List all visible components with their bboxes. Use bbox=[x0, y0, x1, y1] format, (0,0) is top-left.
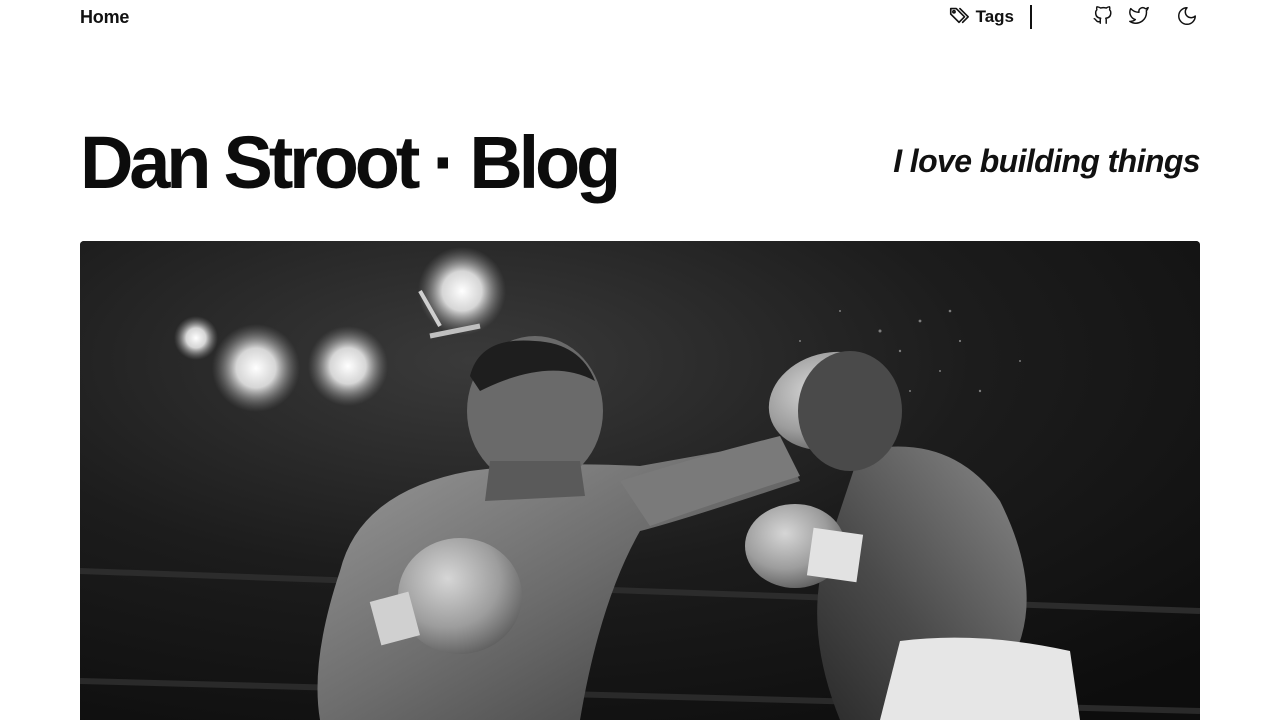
top-nav: Home Tags bbox=[80, 0, 1200, 34]
github-icon bbox=[1092, 4, 1114, 31]
site-header: Dan Stroot · Blog I love building things bbox=[80, 118, 1201, 208]
theme-toggle-button[interactable] bbox=[1174, 4, 1200, 30]
moon-icon bbox=[1176, 5, 1198, 30]
twitter-link[interactable] bbox=[1126, 4, 1152, 30]
home-link[interactable]: Home bbox=[80, 7, 129, 28]
tags-label: Tags bbox=[975, 7, 1014, 26]
tag-icon bbox=[948, 4, 970, 31]
site-tagline: I love building things bbox=[893, 142, 1200, 179]
nav-right-group: Tags bbox=[948, 0, 1200, 34]
text-cursor bbox=[1030, 5, 1032, 29]
site-title: Dan Stroot · Blog bbox=[80, 121, 621, 204]
twitter-icon bbox=[1128, 4, 1150, 31]
tags-link[interactable]: Tags bbox=[948, 4, 1014, 31]
github-link[interactable] bbox=[1090, 4, 1116, 30]
hero-image bbox=[80, 241, 1200, 720]
